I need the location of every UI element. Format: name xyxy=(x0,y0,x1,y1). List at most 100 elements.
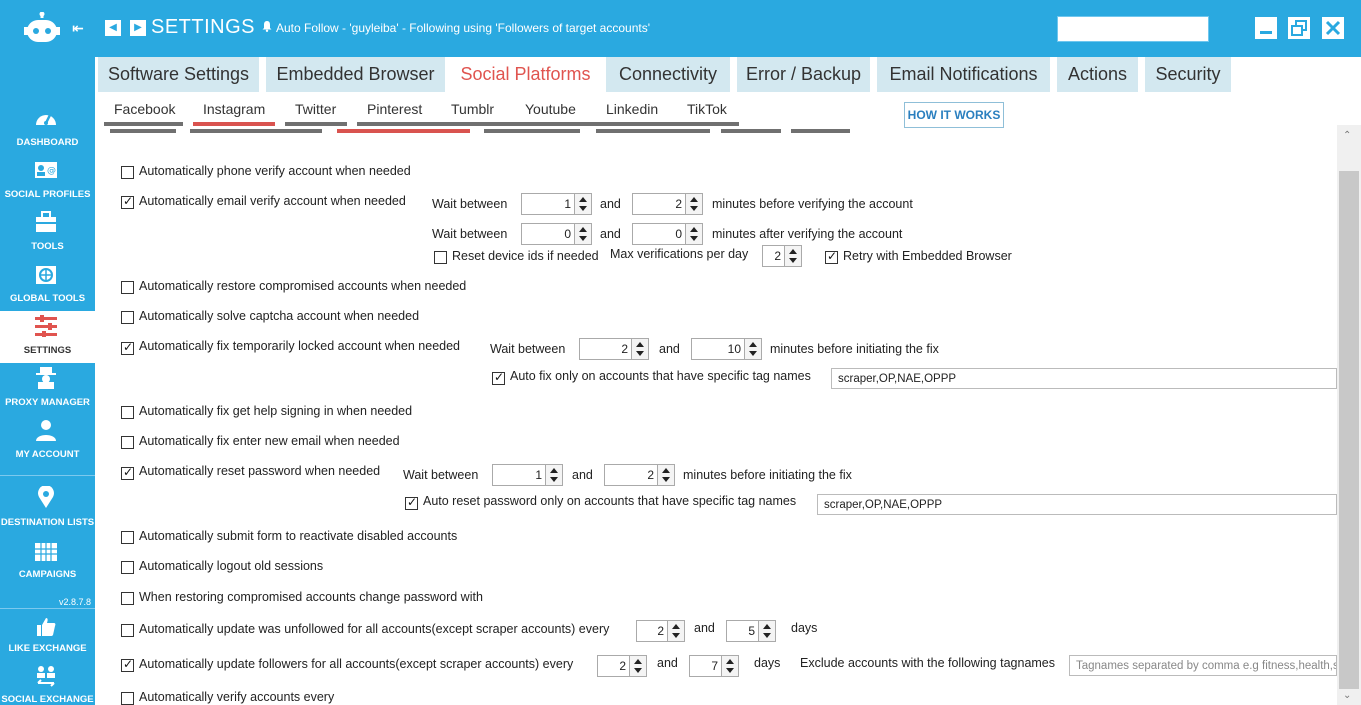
sidebar-item-dashboard[interactable]: DASHBOARD xyxy=(0,107,95,159)
solve-captcha-checkbox[interactable] xyxy=(121,311,134,324)
stepper-arrows-icon[interactable] xyxy=(574,224,591,244)
update-unfollowed-min-stepper[interactable]: 2 xyxy=(636,620,685,642)
page-title: SETTINGS xyxy=(151,16,256,38)
logout-old-checkbox[interactable] xyxy=(121,561,134,574)
update-unfollowed-max-stepper[interactable]: 5 xyxy=(726,620,776,642)
tab-error-backup[interactable]: Error / Backup xyxy=(737,57,870,92)
change-password-label: When restoring compromised accounts chan… xyxy=(139,590,483,604)
tab-actions[interactable]: Actions xyxy=(1057,57,1138,92)
and-label: and xyxy=(600,227,621,241)
email-after-max-stepper[interactable]: 0 xyxy=(632,223,703,245)
sidebar-item-campaigns[interactable]: CAMPAIGNS xyxy=(0,540,95,592)
sidebar-divider xyxy=(0,608,95,609)
reset-password-label: Automatically reset password when needed xyxy=(139,464,381,478)
stepper-arrows-icon[interactable] xyxy=(657,465,674,485)
subtab-instagram[interactable]: Instagram xyxy=(203,101,265,117)
stepper-arrows-icon[interactable] xyxy=(574,194,591,214)
reset-password-max-stepper[interactable]: 2 xyxy=(604,464,675,486)
sidebar-item-social-profiles[interactable]: @ SOCIAL PROFILES xyxy=(0,159,95,211)
stepper-arrows-icon[interactable] xyxy=(685,224,702,244)
update-unfollowed-checkbox[interactable] xyxy=(121,624,134,637)
tab-social-platforms[interactable]: Social Platforms xyxy=(452,57,599,92)
stepper-arrows-icon[interactable] xyxy=(629,656,646,676)
fix-locked-max-stepper[interactable]: 10 xyxy=(691,338,762,360)
stepper-arrows-icon[interactable] xyxy=(667,621,684,641)
update-followers-min-stepper[interactable]: 2 xyxy=(597,655,647,677)
fix-new-email-label: Automatically fix enter new email when n… xyxy=(139,434,400,448)
fix-locked-tags-input[interactable]: scraper,OP,NAE,OPPP xyxy=(831,368,1337,389)
reset-password-checkbox[interactable] xyxy=(121,465,134,480)
how-it-works-button[interactable]: HOW IT WORKS xyxy=(904,102,1004,128)
scroll-up-icon[interactable]: ⌃ xyxy=(1343,130,1351,141)
sidebar-item-tools[interactable]: TOOLS xyxy=(0,211,95,263)
fix-locked-checkbox[interactable] xyxy=(121,340,134,355)
account-select[interactable] xyxy=(1057,16,1209,42)
restore-compromised-checkbox[interactable] xyxy=(121,281,134,294)
stepper-arrows-icon[interactable] xyxy=(721,656,738,676)
sliders-icon xyxy=(34,315,58,337)
and-label: and xyxy=(600,197,621,211)
reset-device-checkbox[interactable] xyxy=(434,251,447,264)
stepper-arrows-icon[interactable] xyxy=(758,621,775,641)
email-before-min-stepper[interactable]: 1 xyxy=(521,193,592,215)
verify-every-checkbox[interactable] xyxy=(121,692,134,705)
tab-software-settings[interactable]: Software Settings xyxy=(98,57,259,92)
tab-embedded-browser[interactable]: Embedded Browser xyxy=(266,57,445,92)
minimize-icon[interactable] xyxy=(1255,17,1277,39)
toolbox-icon xyxy=(34,211,58,233)
reset-password-min-stepper[interactable]: 1 xyxy=(492,464,563,486)
stepper-arrows-icon[interactable] xyxy=(685,194,702,214)
subtab-tumblr[interactable]: Tumblr xyxy=(451,101,494,117)
sidebar-item-global-tools[interactable]: GLOBAL TOOLS xyxy=(0,263,95,315)
globe-tools-icon xyxy=(34,263,58,285)
sidebar-item-settings[interactable]: SETTINGS xyxy=(0,311,95,363)
sidebar-item-proxy-manager[interactable]: PROXY MANAGER xyxy=(0,367,95,419)
update-followers-checkbox[interactable] xyxy=(121,657,134,672)
sidebar-item-destination-lists[interactable]: DESTINATION LISTS xyxy=(0,485,95,538)
subtab-pinterest[interactable]: Pinterest xyxy=(367,101,422,117)
scroll-down-icon[interactable]: ⌄ xyxy=(1343,690,1351,701)
update-followers-max-stepper[interactable]: 7 xyxy=(689,655,739,677)
subtab-twitter[interactable]: Twitter xyxy=(295,101,336,117)
tab-connectivity[interactable]: Connectivity xyxy=(606,57,730,92)
email-verify-checkbox[interactable] xyxy=(121,194,134,209)
fix-locked-min-stepper[interactable]: 2 xyxy=(579,338,649,360)
restore-compromised-label: Automatically restore compromised accoun… xyxy=(139,279,467,293)
email-after-min-stepper[interactable]: 0 xyxy=(521,223,592,245)
stepper-arrows-icon[interactable] xyxy=(744,339,761,359)
subtab-youtube[interactable]: Youtube xyxy=(525,101,576,117)
days-label: days xyxy=(791,621,818,635)
fix-locked-tag-checkbox[interactable] xyxy=(492,370,505,385)
retry-embedded-checkbox[interactable] xyxy=(825,249,838,264)
subtab-underline xyxy=(104,122,183,126)
stepper-arrows-icon[interactable] xyxy=(545,465,562,485)
sidebar-item-social-exchange[interactable]: SOCIAL EXCHANGE xyxy=(0,665,95,705)
fix-help-signing-checkbox[interactable] xyxy=(121,406,134,419)
reset-password-tag-checkbox[interactable] xyxy=(405,495,418,510)
sidebar-item-my-account[interactable]: MY ACCOUNT xyxy=(0,419,95,471)
restore-icon[interactable] xyxy=(1288,17,1310,39)
close-icon[interactable] xyxy=(1322,17,1344,39)
stepper-arrows-icon[interactable] xyxy=(784,246,801,266)
scrollbar-thumb[interactable] xyxy=(1339,171,1359,689)
collapse-sidebar-icon[interactable]: ⇤ xyxy=(72,20,84,37)
max-verifications-stepper[interactable]: 2 xyxy=(762,245,802,267)
exclude-tagnames-input[interactable]: Tagnames separated by comma e.g fitness,… xyxy=(1069,655,1337,676)
subtab-tiktok[interactable]: TikTok xyxy=(687,101,727,117)
fix-new-email-checkbox[interactable] xyxy=(121,436,134,449)
tab-email-notifications[interactable]: Email Notifications xyxy=(877,57,1050,92)
sidebar-item-like-exchange[interactable]: LIKE EXCHANGE xyxy=(0,614,95,666)
submit-form-checkbox[interactable] xyxy=(121,531,134,544)
stepper-arrows-icon[interactable] xyxy=(631,339,648,359)
and-label: and xyxy=(657,656,678,670)
reset-password-tags-input[interactable]: scraper,OP,NAE,OPPP xyxy=(817,494,1337,515)
back-arrow-icon[interactable]: ◀ xyxy=(105,20,121,36)
subtab-linkedin[interactable]: Linkedin xyxy=(606,101,658,117)
email-before-max-stepper[interactable]: 2 xyxy=(632,193,703,215)
forward-arrow-icon[interactable]: ▶ xyxy=(130,20,146,36)
tab-security[interactable]: Security xyxy=(1145,57,1231,92)
phone-verify-checkbox[interactable] xyxy=(121,166,134,179)
change-password-checkbox[interactable] xyxy=(121,592,134,605)
subtab-facebook[interactable]: Facebook xyxy=(114,101,175,117)
dashboard-icon xyxy=(34,107,58,129)
